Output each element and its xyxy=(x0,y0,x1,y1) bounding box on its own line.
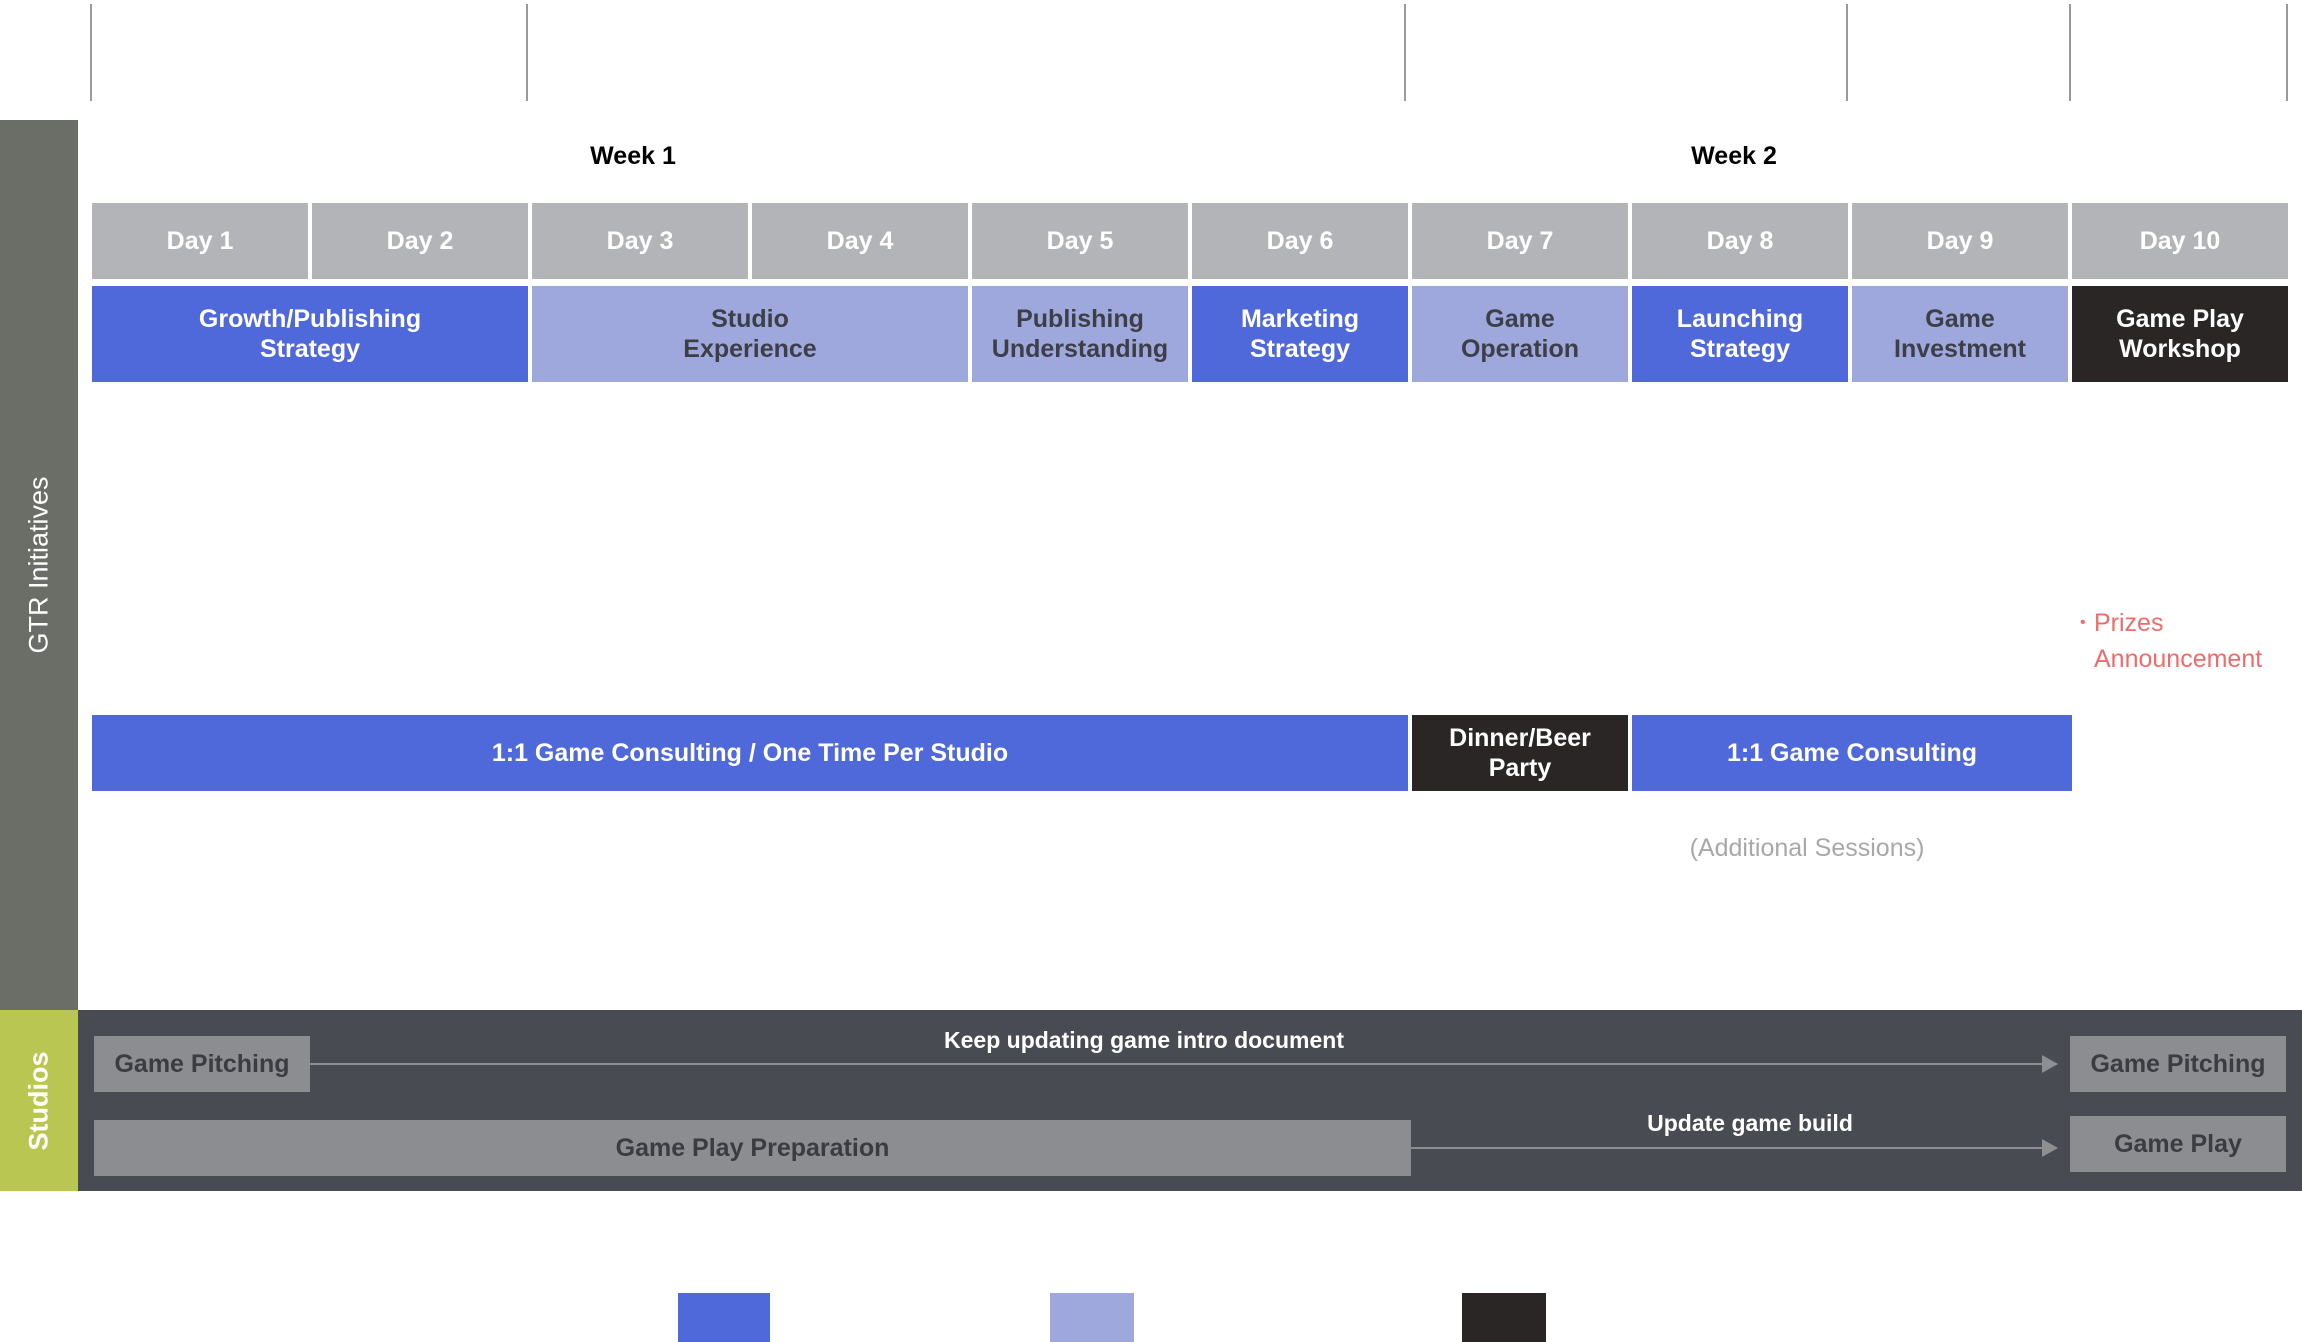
studio-game-play-end: Game Play xyxy=(2070,1116,2286,1172)
day-header-10: Day 10 xyxy=(2072,203,2288,279)
top-divider-line xyxy=(526,4,528,101)
keep-updating-label: Keep updating game intro document xyxy=(944,1027,1344,1053)
day-header-3: Day 3 xyxy=(532,203,748,279)
top-divider-line xyxy=(90,4,92,101)
legend-swatch-elective xyxy=(1050,1293,1134,1342)
day-header-9: Day 9 xyxy=(1852,203,2068,279)
day-header-8: Day 8 xyxy=(1632,203,1848,279)
gtr-initiatives-sidebar: GTR Initiatives xyxy=(0,120,78,1010)
studio-game-play-preparation: Game Play Preparation xyxy=(94,1120,1411,1176)
day-header-1: Day 1 xyxy=(92,203,308,279)
week-1-label: Week 1 xyxy=(590,142,676,170)
studio-game-pitching-end: Game Pitching xyxy=(2070,1036,2286,1092)
day-header-7: Day 7 xyxy=(1412,203,1628,279)
top-divider-line xyxy=(2286,4,2288,101)
gtr-initiatives-label: GTR Initiatives xyxy=(23,476,54,654)
consulting-one-time-per-studio: 1:1 Game Consulting / One Time Per Studi… xyxy=(92,715,1408,791)
bullet-icon: • xyxy=(2080,614,2086,631)
session-game-investment: Game Investment xyxy=(1852,286,2068,382)
arrow-right-icon xyxy=(2042,1055,2058,1073)
additional-sessions-note: (Additional Sessions) xyxy=(1689,834,1925,862)
day-header-2: Day 2 xyxy=(312,203,528,279)
day-header-4: Day 4 xyxy=(752,203,968,279)
top-divider-line xyxy=(1846,4,1848,101)
dinner-beer-party: Dinner/Beer Party xyxy=(1412,715,1628,791)
session-launching-strategy: Launching Strategy xyxy=(1632,286,1848,382)
session-studio-experience: Studio Experience xyxy=(532,286,968,382)
arrow-line xyxy=(310,1063,2056,1065)
consulting-additional: 1:1 Game Consulting xyxy=(1632,715,2072,791)
update-game-build-label: Update game build xyxy=(1647,1110,1853,1136)
top-divider-line xyxy=(1404,4,1406,101)
session-growth-publishing-strategy: Growth/Publishing Strategy xyxy=(92,286,528,382)
arrow-right-icon xyxy=(2042,1139,2058,1157)
week-2-label: Week 2 xyxy=(1691,142,1777,170)
legend-swatch-core xyxy=(678,1293,770,1342)
session-game-play-workshop: Game Play Workshop xyxy=(2072,286,2288,382)
prizes-announcement-note: • Prizes Announcement xyxy=(2080,605,2262,677)
day-header-5: Day 5 xyxy=(972,203,1188,279)
prizes-announcement-text: Prizes Announcement xyxy=(2094,609,2263,673)
session-publishing-understanding: Publishing Understanding xyxy=(972,286,1188,382)
day-header-6: Day 6 xyxy=(1192,203,1408,279)
studio-game-pitching-start: Game Pitching xyxy=(94,1036,310,1092)
studios-label: Studios xyxy=(23,1051,54,1150)
legend-swatch-event xyxy=(1462,1293,1546,1342)
session-marketing-strategy: Marketing Strategy xyxy=(1192,286,1408,382)
studios-sidebar: Studios xyxy=(0,1010,78,1191)
arrow-line xyxy=(1411,1147,2056,1149)
top-divider-line xyxy=(2069,4,2071,101)
session-game-operation: Game Operation xyxy=(1412,286,1628,382)
